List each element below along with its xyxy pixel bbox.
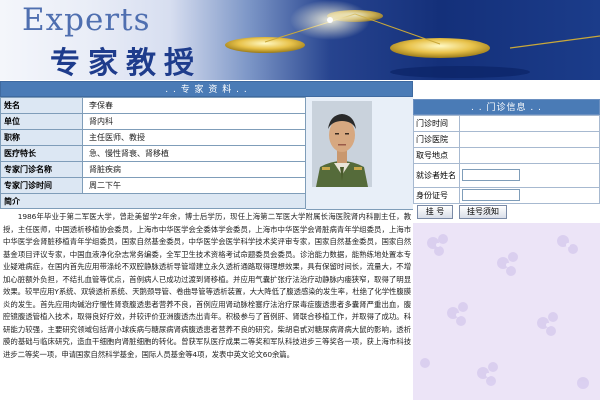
clinic-info-table: 门诊时间 门诊医院 取号地点 就诊者姓名 身份证号 (413, 115, 600, 204)
field-label: 职称 (0, 129, 83, 146)
field-value: 肾脏疾病 (82, 161, 306, 178)
clinic-header: . . 门诊信息 . . (413, 99, 600, 115)
clinic-field-label: 门诊医院 (413, 131, 460, 148)
table-row: 门诊时间 (413, 115, 600, 132)
intro-label: 简介 (0, 193, 306, 209)
profile-panel: . . 专 家 资 料 . . 姓名 李保春 单位 肾内科 职称 主任医师、教授… (0, 81, 413, 400)
profile-header: . . 专 家 资 料 . . (0, 81, 413, 97)
clinic-field-value (459, 147, 600, 164)
field-label: 专家门诊名称 (0, 161, 83, 178)
clinic-field-value (459, 115, 600, 132)
clinic-field-value (459, 131, 600, 148)
field-label: 专家门诊时间 (0, 177, 83, 194)
intro-text: 1986年毕业于第二军医大学，曾赴美留学2年余，博士后学历，现任上海第二军医大学… (3, 212, 411, 359)
id-number-cell (459, 187, 600, 204)
table-row: 医疗特长 急、慢性肾衰、肾移植 (0, 145, 306, 162)
photo-frame (306, 97, 413, 210)
clinic-field-label: 门诊时间 (413, 115, 460, 132)
table-row: 就诊者姓名 (413, 163, 600, 188)
profile-info-table: 姓名 李保春 单位 肾内科 职称 主任医师、教授 医疗特长 急、慢性肾衰、肾移植… (0, 97, 306, 194)
field-value: 急、慢性肾衰、肾移植 (82, 145, 306, 162)
register-notice-button[interactable]: 挂号须知 (459, 205, 507, 219)
field-value: 周二下午 (82, 177, 306, 194)
clinic-field-label: 就诊者姓名 (413, 163, 460, 188)
field-label: 姓名 (0, 97, 83, 114)
doctor-photo (312, 101, 372, 187)
clinic-spacer (413, 81, 600, 99)
clinic-panel: . . 门诊信息 . . 门诊时间 门诊医院 取号地点 就诊者姓名 身份证号 挂 (413, 81, 600, 400)
field-value: 肾内科 (82, 113, 306, 130)
banner-title-en: Experts (22, 2, 151, 38)
field-label: 单位 (0, 113, 83, 130)
table-row: 职称 主任医师、教授 (0, 129, 306, 146)
table-row: 专家门诊名称 肾脏疾病 (0, 161, 306, 178)
table-row: 取号地点 (413, 147, 600, 164)
table-row: 姓名 李保春 (0, 97, 306, 114)
table-row: 门诊医院 (413, 131, 600, 148)
field-value: 主任医师、教授 (82, 129, 306, 146)
table-row: 专家门诊时间 周二下午 (0, 177, 306, 194)
banner-title-cn: 专家教授 (50, 46, 202, 80)
banner: Experts 专家教授 (0, 0, 600, 80)
clinic-field-label: 身份证号 (413, 187, 460, 204)
clinic-field-label: 取号地点 (413, 147, 460, 164)
id-number-input[interactable] (462, 189, 520, 202)
table-row: 身份证号 (413, 187, 600, 204)
patient-name-input[interactable] (462, 169, 520, 182)
field-label: 医疗特长 (0, 145, 83, 162)
field-value: 李保春 (82, 97, 306, 114)
register-button[interactable]: 挂 号 (417, 205, 453, 219)
patient-name-cell (459, 163, 600, 188)
table-row: 单位 肾内科 (0, 113, 306, 130)
flower-pattern (420, 234, 589, 389)
decorative-background (413, 223, 600, 400)
